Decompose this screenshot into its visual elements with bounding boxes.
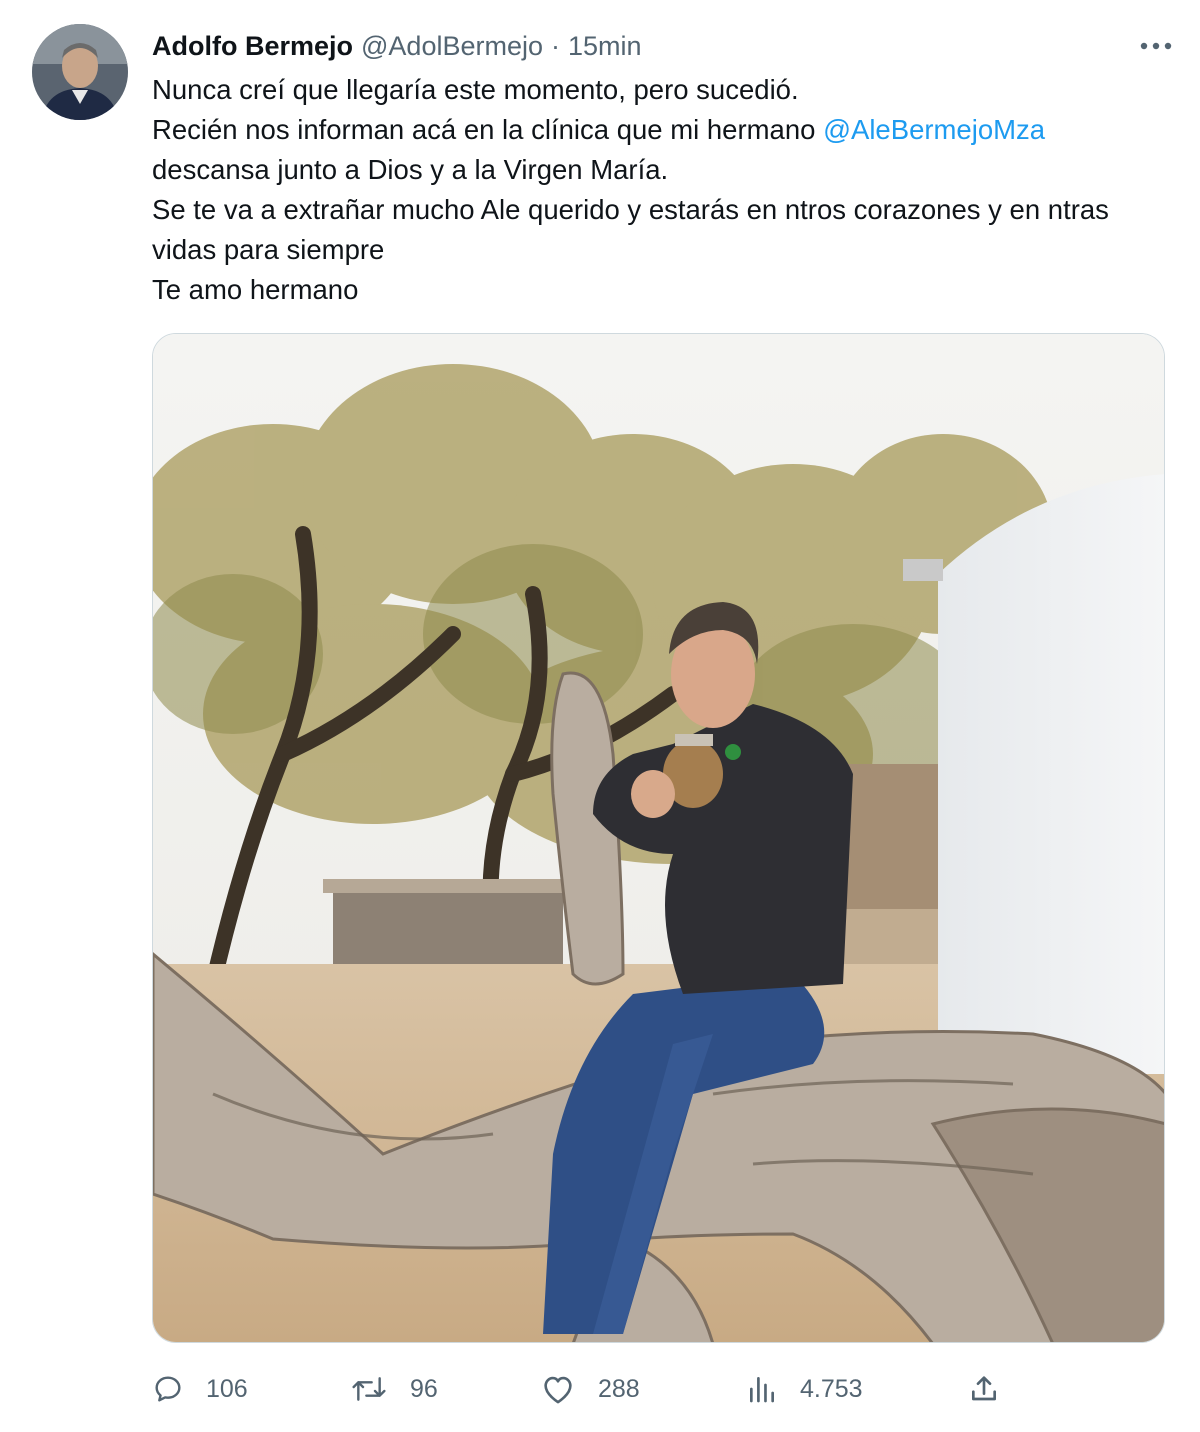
like-button[interactable]: 288 bbox=[540, 1367, 640, 1411]
retweet-icon bbox=[352, 1377, 386, 1401]
author-avatar[interactable] bbox=[32, 24, 128, 120]
heart-icon bbox=[544, 1376, 572, 1404]
share-button[interactable] bbox=[968, 1367, 1000, 1411]
views-button[interactable]: 4.753 bbox=[746, 1367, 863, 1411]
reply-button[interactable]: 106 bbox=[152, 1367, 248, 1411]
share-upload-icon bbox=[972, 1376, 996, 1401]
reply-bubble-icon bbox=[155, 1376, 181, 1402]
views-count: 4.753 bbox=[800, 1374, 863, 1403]
tweet-line-4: Se te va a extrañar mucho Ale querido y … bbox=[152, 194, 1109, 265]
tweet-text: Nunca creí que llegaría este momento, pe… bbox=[152, 70, 1162, 310]
tweet-header: Adolfo Bermejo @AdolBermejo · 15min bbox=[152, 28, 642, 64]
photo-man-sitting-on-log bbox=[153, 334, 1164, 1342]
tweet-photo[interactable] bbox=[152, 333, 1165, 1343]
retweet-count: 96 bbox=[410, 1374, 438, 1403]
tweet-line-1: Nunca creí que llegaría este momento, pe… bbox=[152, 74, 799, 105]
header-separator: · bbox=[551, 31, 561, 61]
more-dots-icon bbox=[1140, 42, 1172, 50]
tweet-timestamp[interactable]: 15min bbox=[568, 28, 642, 64]
author-handle[interactable]: @AdolBermejo bbox=[361, 28, 543, 64]
tweet-line-5: Te amo hermano bbox=[152, 274, 359, 305]
mention-link[interactable]: @AleBermejoMza bbox=[823, 114, 1045, 145]
retweet-button[interactable]: 96 bbox=[350, 1367, 438, 1411]
avatar-image bbox=[32, 24, 128, 120]
author-name[interactable]: Adolfo Bermejo bbox=[152, 28, 353, 64]
tweet-line-2-text: Recién nos informan acá en la clínica qu… bbox=[152, 114, 824, 145]
tweet-actions-bar: 106 96 288 4.753 bbox=[152, 1367, 1162, 1411]
tweet-line-2: Recién nos informan acá en la clínica qu… bbox=[152, 110, 1162, 150]
more-options-button[interactable] bbox=[1136, 30, 1176, 62]
views-bar-chart-icon bbox=[750, 1377, 774, 1403]
tweet-card[interactable]: Adolfo Bermejo @AdolBermejo · 15min Nunc… bbox=[0, 0, 1200, 1432]
like-count: 288 bbox=[598, 1374, 640, 1403]
tweet-line-3: descansa junto a Dios y a la Virgen Marí… bbox=[152, 154, 669, 185]
reply-count: 106 bbox=[206, 1374, 248, 1403]
